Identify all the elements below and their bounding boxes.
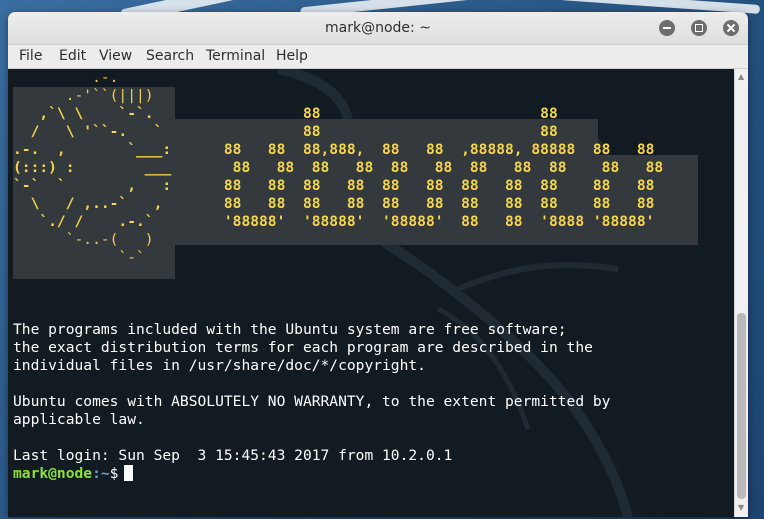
title-bar[interactable]: mark@node: ~ [8,12,748,45]
scrollbar-thumb[interactable] [737,313,746,499]
menu-bar: File Edit View Search Terminal Help [8,45,748,69]
text-cursor[interactable] [124,465,134,481]
last-login-line: Last login: Sun Sep 3 15:45:43 2017 from… [13,447,453,464]
prompt-path: :~ [92,465,110,482]
terminal-output: .-. .-'``(|||) ,`\ \ `-`. 88 88 / \ '``-… [13,69,663,483]
ascii-logo-line: .-'``(|||) [13,87,154,104]
ascii-logo-line: \ / ,..-` , 88 88 88 88 88 88 88 88 88 8… [13,195,655,212]
menu-search[interactable]: Search [146,48,194,64]
minimize-button[interactable] [659,20,675,36]
motd-line: the exact distribution terms for each pr… [13,339,593,356]
maximize-button[interactable] [691,20,707,36]
motd-line: applicable law. [13,411,145,428]
menu-terminal[interactable]: Terminal [206,48,265,64]
prompt-symbol: $ [109,465,119,482]
prompt-user-host: mark@node [13,465,93,482]
motd-line: The programs included with the Ubuntu sy… [13,321,567,338]
ascii-logo-line: ,`\ \ `-`. 88 88 [13,105,558,122]
motd-line: individual files in /usr/share/doc/*/cop… [13,357,426,374]
ascii-logo-line: `./ / .-.` '88888' '88888' '88888' 88 88… [13,213,655,230]
ascii-logo-line: `-` [13,249,145,266]
menu-view[interactable]: View [99,48,132,64]
close-button[interactable] [723,20,739,36]
vertical-scrollbar[interactable]: ▲ ▼ [734,69,748,517]
terminal-window: mark@node: ~ File Edit View Search Termi… [8,12,748,517]
menu-help[interactable]: Help [276,48,308,64]
window-title: mark@node: ~ [325,20,431,36]
ascii-logo-line: `-..-( ) [13,231,154,248]
scroll-down-arrow-icon[interactable]: ▼ [738,503,744,512]
ascii-logo-line: .-. [13,69,119,86]
motd-line: Ubuntu comes with ABSOLUTELY NO WARRANTY… [13,393,611,410]
scroll-up-arrow-icon[interactable]: ▲ [738,72,744,81]
ascii-logo-line: .-. , `___: 88 88 88,888, 88 88 ,88888, … [13,141,655,158]
ascii-logo-line: / \ '``-. ` 88 88 [13,123,558,140]
terminal-area[interactable]: .-. .-'``(|||) ,`\ \ `-`. 88 88 / \ '``-… [8,69,734,517]
ascii-logo-line: `-` ` , : 88 88 88 88 88 88 88 88 88 88 … [13,177,655,194]
menu-edit[interactable]: Edit [59,48,86,64]
ascii-logo-line: (:::) : ___ 88 88 88 88 88 88 88 88 88 8… [13,159,664,176]
menu-file[interactable]: File [19,48,42,64]
